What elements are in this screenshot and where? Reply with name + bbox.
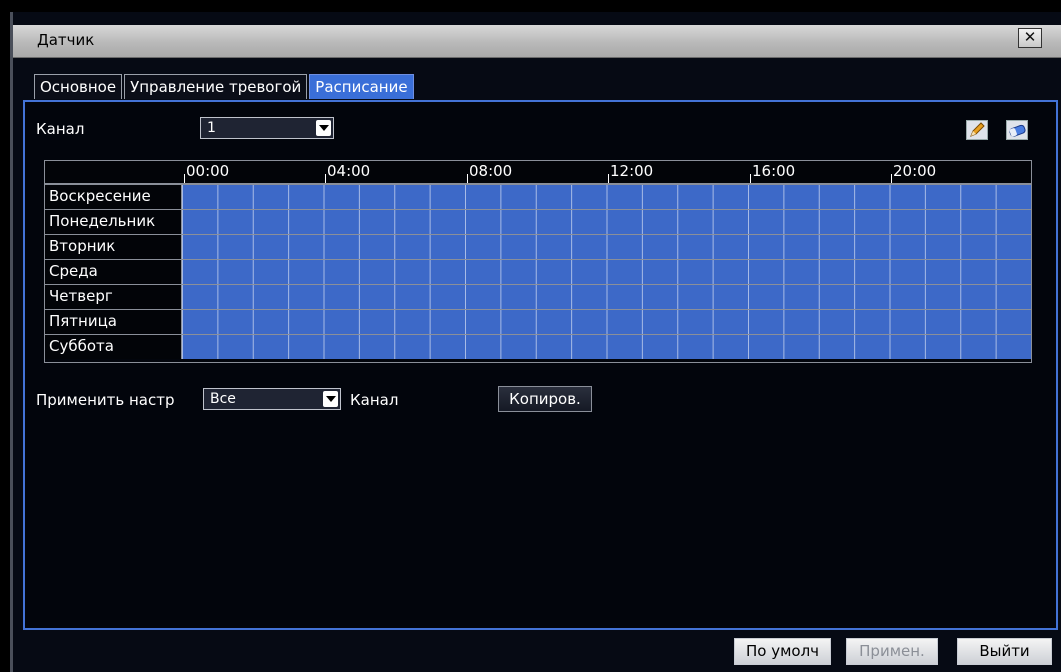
- day-label: Вторник: [45, 235, 182, 259]
- channel-label: Канал: [36, 120, 85, 138]
- time-label: 08:00: [466, 162, 513, 183]
- eraser-button[interactable]: [1006, 120, 1028, 140]
- schedule-row-friday: Пятница: [45, 309, 1031, 334]
- schedule-row-sunday: Воскресение: [45, 184, 1031, 209]
- time-label: 00:00: [183, 162, 230, 183]
- schedule-cells[interactable]: [182, 185, 1031, 209]
- day-label: Воскресение: [45, 185, 182, 209]
- schedule-row-wednesday: Среда: [45, 259, 1031, 284]
- tab-schedule[interactable]: Расписание: [309, 74, 414, 99]
- day-label: Четверг: [45, 285, 182, 309]
- pencil-icon: [970, 122, 985, 137]
- day-label: Среда: [45, 260, 182, 284]
- window-title: Датчик: [37, 31, 95, 49]
- tab-alarm-control[interactable]: Управление тревогой: [124, 74, 308, 99]
- tab-bar: Основное Управление тревогой Расписание: [34, 74, 414, 100]
- schedule-row-monday: Понедельник: [45, 209, 1031, 234]
- time-label: 04:00: [324, 162, 371, 183]
- apply-to-value: Все: [210, 391, 236, 407]
- default-button[interactable]: По умолч: [734, 638, 831, 665]
- eraser-icon: [1009, 124, 1026, 137]
- apply-channel-label: Канал: [350, 391, 399, 409]
- chevron-down-icon: [316, 120, 331, 136]
- schedule-row-thursday: Четверг: [45, 284, 1031, 309]
- schedule-cells[interactable]: [182, 235, 1031, 259]
- top-strip: [0, 0, 1061, 12]
- channel-value: 1: [207, 120, 216, 136]
- schedule-row-saturday: Суббота: [45, 334, 1031, 359]
- day-label: Суббота: [45, 335, 182, 359]
- close-button[interactable]: ✕: [1018, 28, 1042, 48]
- apply-to-select[interactable]: Все: [203, 388, 341, 410]
- schedule-row-tuesday: Вторник: [45, 234, 1031, 259]
- title-bar: Датчик ✕: [13, 25, 1061, 58]
- schedule-cells[interactable]: [182, 210, 1031, 234]
- time-label: 16:00: [749, 162, 796, 183]
- time-header: 00:00 04:00 08:00 12:00 16:00 20:00: [45, 161, 1031, 184]
- chevron-down-icon: [323, 391, 338, 407]
- pencil-button[interactable]: [966, 120, 988, 140]
- schedule-cells[interactable]: [182, 310, 1031, 334]
- schedule-cells[interactable]: [182, 335, 1031, 359]
- day-label: Пятница: [45, 310, 182, 334]
- exit-button[interactable]: Выйти: [957, 638, 1052, 665]
- tab-general[interactable]: Основное: [34, 74, 123, 99]
- close-icon: ✕: [1023, 28, 1037, 46]
- time-label: 12:00: [607, 162, 654, 183]
- copy-button[interactable]: Копиров.: [498, 386, 592, 412]
- schedule-grid: 00:00 04:00 08:00 12:00 16:00 20:00 Воск…: [44, 160, 1032, 363]
- channel-select[interactable]: 1: [200, 117, 334, 139]
- time-label: 20:00: [890, 162, 937, 183]
- apply-button[interactable]: Примен.: [846, 638, 938, 665]
- apply-settings-label: Применить настр: [36, 391, 175, 409]
- day-label: Понедельник: [45, 210, 182, 234]
- schedule-cells[interactable]: [182, 285, 1031, 309]
- schedule-cells[interactable]: [182, 260, 1031, 284]
